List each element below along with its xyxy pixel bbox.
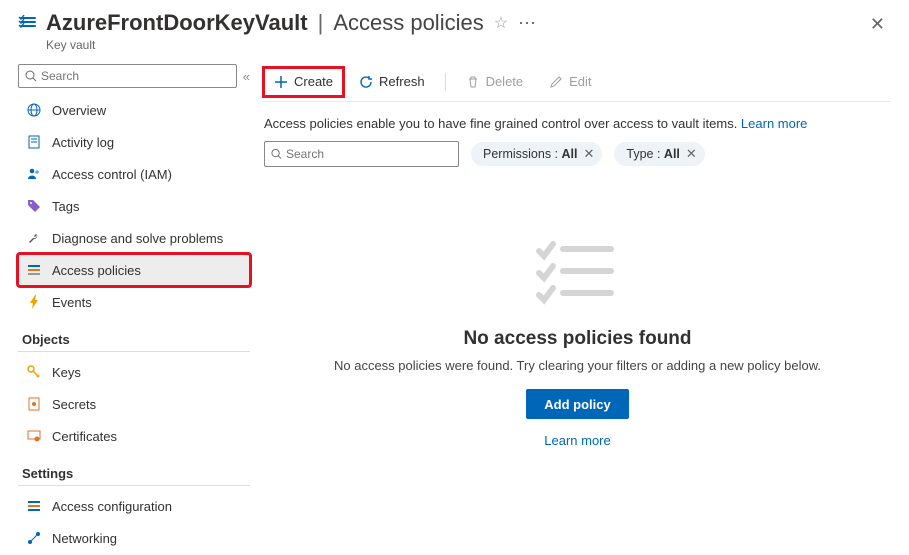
sidebar-item-label: Secrets [52, 397, 96, 412]
edit-label: Edit [569, 74, 591, 89]
trash-icon [466, 75, 480, 89]
empty-title: No access policies found [463, 328, 691, 350]
sidebar-item-diagnose-and-solve-problems[interactable]: Diagnose and solve problems [18, 222, 250, 254]
sidebar-item-activity-log[interactable]: Activity log [18, 126, 250, 158]
clear-filter-icon[interactable]: ✕ [686, 146, 697, 162]
filter-permissions[interactable]: Permissions : All ✕ [471, 142, 602, 166]
sidebar-item-keys[interactable]: Keys [18, 356, 250, 388]
key-icon [26, 364, 42, 380]
empty-state: No access policies found No access polic… [264, 237, 891, 555]
title-separator: | [318, 10, 324, 36]
sidebar-group-settings: Settings [18, 456, 250, 486]
sidebar-item-label: Access control (IAM) [52, 167, 172, 182]
command-bar: Create Refresh Delete Edit [264, 62, 891, 102]
refresh-button[interactable]: Refresh [349, 68, 435, 96]
refresh-label: Refresh [379, 74, 425, 89]
resource-type: Key vault [46, 38, 891, 52]
secret-icon [26, 396, 42, 412]
plus-icon [274, 75, 288, 89]
collapse-sidebar-icon[interactable]: « [243, 69, 250, 84]
sidebar-item-label: Keys [52, 365, 81, 380]
blade-title: Access policies [333, 10, 483, 36]
bolt-icon [26, 294, 42, 310]
cert-icon [26, 428, 42, 444]
sidebar-search[interactable] [18, 64, 237, 88]
sidebar-item-tags[interactable]: Tags [18, 190, 250, 222]
sidebar-item-label: Diagnose and solve problems [52, 231, 223, 246]
sidebar-item-label: Overview [52, 103, 106, 118]
sidebar-item-networking[interactable]: Networking [18, 522, 250, 554]
close-icon[interactable]: ✕ [870, 14, 885, 35]
sidebar-item-label: Events [52, 295, 92, 310]
refresh-icon [359, 75, 373, 89]
filter-search[interactable] [264, 141, 459, 167]
sidebar-item-events[interactable]: Events [18, 286, 250, 318]
sidebar: « Overview Activity log Access control (IA… [0, 58, 260, 555]
main-content: Create Refresh Delete Edit Access polici… [260, 58, 909, 555]
empty-learn-more-link[interactable]: Learn more [544, 433, 610, 448]
learn-more-link[interactable]: Learn more [741, 116, 807, 131]
favorite-star-icon[interactable]: ☆ [494, 13, 508, 33]
delete-label: Delete [486, 74, 524, 89]
tag-icon [26, 198, 42, 214]
sidebar-item-label: Access policies [52, 263, 141, 278]
sidebar-item-label: Tags [52, 199, 79, 214]
iam-icon [26, 166, 42, 182]
resource-name: AzureFrontDoorKeyVault [46, 10, 308, 36]
sidebar-item-label: Certificates [52, 429, 117, 444]
search-icon [271, 148, 282, 160]
keyvault-icon [18, 14, 38, 37]
create-button[interactable]: Create [264, 68, 343, 96]
net-icon [26, 530, 42, 546]
info-line: Access policies enable you to have fine … [264, 116, 891, 131]
create-label: Create [294, 74, 333, 89]
pencil-icon [549, 75, 563, 89]
globe-icon [26, 102, 42, 118]
search-icon [25, 70, 37, 82]
edit-button: Edit [539, 68, 601, 96]
toolbar-separator [445, 73, 446, 91]
add-policy-button[interactable]: Add policy [526, 389, 628, 419]
sidebar-item-access-control-iam-[interactable]: Access control (IAM) [18, 158, 250, 190]
sidebar-item-label: Activity log [52, 135, 114, 150]
empty-subtitle: No access policies were found. Try clear… [334, 358, 821, 373]
delete-button: Delete [456, 68, 534, 96]
sidebar-item-access-configuration[interactable]: Access configuration [18, 490, 250, 522]
log-icon [26, 134, 42, 150]
policies-icon [26, 262, 42, 278]
filter-type[interactable]: Type : All ✕ [614, 142, 704, 166]
filter-search-input[interactable] [286, 147, 452, 161]
sliders-icon [26, 498, 42, 514]
sidebar-item-label: Networking [52, 531, 117, 546]
clear-filter-icon[interactable]: ✕ [583, 146, 594, 162]
sidebar-item-secrets[interactable]: Secrets [18, 388, 250, 420]
wrench-icon [26, 230, 42, 246]
sidebar-search-input[interactable] [41, 69, 230, 83]
sidebar-item-access-policies[interactable]: Access policies [18, 254, 250, 286]
sidebar-group-objects: Objects [18, 322, 250, 352]
sidebar-item-overview[interactable]: Overview [18, 94, 250, 126]
more-icon[interactable]: ⋯ [518, 13, 536, 34]
sidebar-item-label: Access configuration [52, 499, 172, 514]
empty-state-icon [533, 237, 623, 310]
info-text: Access policies enable you to have fine … [264, 116, 741, 131]
sidebar-item-certificates[interactable]: Certificates [18, 420, 250, 452]
filter-row: Permissions : All ✕ Type : All ✕ [264, 141, 891, 167]
